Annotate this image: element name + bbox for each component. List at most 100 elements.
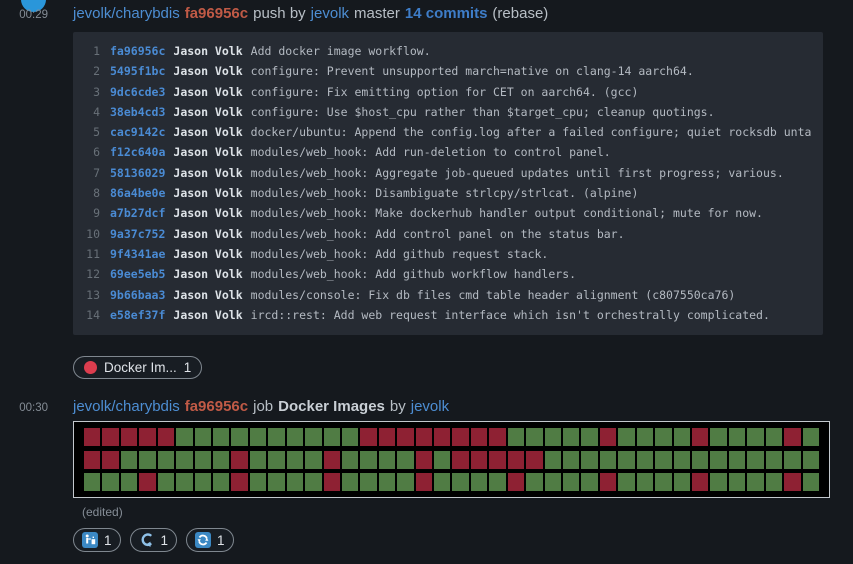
job-cell-passed xyxy=(268,473,284,491)
reaction-litter[interactable]: 1 xyxy=(73,528,121,552)
job-cell-passed xyxy=(176,473,192,491)
job-cell-passed xyxy=(121,451,137,469)
job-cell-failed xyxy=(121,428,137,446)
job-cell-failed xyxy=(102,451,118,469)
reaction-count: 1 xyxy=(104,533,112,548)
job-cell-passed xyxy=(655,473,671,491)
commit-hash-link[interactable]: f12c640a xyxy=(110,142,165,162)
commit-message: ircd::rest: Add web request interface wh… xyxy=(251,305,770,325)
commit-hash[interactable]: fa96956c xyxy=(185,5,248,22)
job-cell-passed xyxy=(287,428,303,446)
commit-author: Jason Volk xyxy=(173,305,242,325)
commit-message: configure: Use $host_cpu rather than $ta… xyxy=(251,102,715,122)
commit-author: Jason Volk xyxy=(173,285,242,305)
job-cell-failed xyxy=(508,473,524,491)
push-action-text: push by xyxy=(253,5,306,22)
commit-line-number: 5 xyxy=(85,122,100,142)
job-cell-passed xyxy=(766,451,782,469)
commit-row: 5cac9142cJason Volkdocker/ubuntu: Append… xyxy=(85,122,811,142)
commit-row: 9a7b27dcfJason Volkmodules/web_hook: Mak… xyxy=(85,203,811,223)
job-cell-passed xyxy=(655,428,671,446)
commit-hash-link[interactable]: 9b66baa3 xyxy=(110,285,165,305)
job-cell-failed xyxy=(158,428,174,446)
commit-author: Jason Volk xyxy=(173,61,242,81)
commit-line-number: 8 xyxy=(85,183,100,203)
job-cell-passed xyxy=(324,428,340,446)
job-cell-failed xyxy=(784,428,800,446)
job-cell-passed xyxy=(545,451,561,469)
job-cell-passed xyxy=(600,451,616,469)
job-cell-passed xyxy=(710,451,726,469)
commit-message: Add docker image workflow. xyxy=(251,41,431,61)
commit-hash-link[interactable]: 9f4341ae xyxy=(110,244,165,264)
commit-message: modules/web_hook: Add github workflow ha… xyxy=(251,264,576,284)
job-cell-passed xyxy=(379,473,395,491)
job-cell-passed xyxy=(287,451,303,469)
repo-link[interactable]: jevolk/charybdis xyxy=(73,398,180,415)
job-cell-passed xyxy=(747,473,763,491)
user-link[interactable]: jevolk xyxy=(311,5,349,22)
job-cell-failed xyxy=(526,451,542,469)
commit-hash[interactable]: fa96956c xyxy=(185,398,248,415)
job-cell-passed xyxy=(563,428,579,446)
message-column: jevolk/charybdis fa96956c push by jevolk… xyxy=(73,0,833,552)
commit-row: 6f12c640aJason Volkmodules/web_hook: Add… xyxy=(85,142,811,162)
commit-row: 109a37c752Jason Volkmodules/web_hook: Ad… xyxy=(85,224,811,244)
reaction-refresh[interactable]: 1 xyxy=(186,528,234,552)
job-cell-passed xyxy=(471,473,487,491)
job-cell-passed xyxy=(195,473,211,491)
commit-row: 25495f1bcJason Volkconfigure: Prevent un… xyxy=(85,61,811,81)
job-cell-passed xyxy=(121,473,137,491)
commit-hash-link[interactable]: 9a37c752 xyxy=(110,224,165,244)
job-cell-failed xyxy=(434,428,450,446)
job-action-text: job xyxy=(253,398,273,415)
job-cell-passed xyxy=(637,428,653,446)
job-cell-passed xyxy=(452,473,468,491)
commit-message: modules/web_hook: Disambiguate strlcpy/s… xyxy=(251,183,639,203)
job-status-badge[interactable]: Docker Im... 1 xyxy=(73,356,202,379)
commit-author: Jason Volk xyxy=(173,183,242,203)
commit-row: 758136029Jason Volkmodules/web_hook: Agg… xyxy=(85,163,811,183)
job-cell-passed xyxy=(231,428,247,446)
commit-list-block: 1fa96956cJason VolkAdd docker image work… xyxy=(73,32,823,335)
commit-author: Jason Volk xyxy=(173,102,242,122)
commit-hash-link[interactable]: 86a4be0e xyxy=(110,183,165,203)
commit-hash-link[interactable]: 5495f1bc xyxy=(110,61,165,81)
user-link[interactable]: jevolk xyxy=(411,398,449,415)
commit-hash-link[interactable]: fa96956c xyxy=(110,41,165,61)
repo-link[interactable]: jevolk/charybdis xyxy=(73,5,180,22)
commit-hash-link[interactable]: e58ef37f xyxy=(110,305,165,325)
job-cell-failed xyxy=(397,428,413,446)
commit-row: 8 86a4be0e Jason Volk modules/web_hook: Dis… xyxy=(85,183,811,203)
job-cell-passed xyxy=(397,473,413,491)
job-cell-failed xyxy=(416,473,432,491)
commit-author: Jason Volk xyxy=(173,244,242,264)
commit-line-number: 3 xyxy=(85,82,100,102)
job-cell-passed xyxy=(563,473,579,491)
job-cell-passed xyxy=(692,451,708,469)
reaction-count: 1 xyxy=(217,533,225,548)
branch-name: master xyxy=(354,5,400,22)
commit-hash-link[interactable]: 9dc6cde3 xyxy=(110,82,165,102)
commit-hash-link[interactable]: 38eb4cd3 xyxy=(110,102,165,122)
commit-hash-link[interactable]: 58136029 xyxy=(110,163,165,183)
commit-hash-link[interactable]: 69ee5eb5 xyxy=(110,264,165,284)
job-badge-label: Docker Im... xyxy=(104,360,177,375)
commit-message: configure: Fix emitting option for CET o… xyxy=(251,82,639,102)
commit-hash-link[interactable]: a7b27dcf xyxy=(110,203,165,223)
job-cell-passed xyxy=(84,473,100,491)
commit-author: Jason Volk xyxy=(173,122,242,142)
commit-line-number: 11 xyxy=(85,244,100,264)
commits-count-link[interactable]: 14 commits xyxy=(405,5,488,22)
job-cell-passed xyxy=(637,451,653,469)
job-cell-passed xyxy=(434,451,450,469)
job-cell-passed xyxy=(250,451,266,469)
job-cell-failed xyxy=(416,451,432,469)
job-cell-passed xyxy=(803,473,819,491)
job-cell-failed xyxy=(324,473,340,491)
job-cell-passed xyxy=(766,473,782,491)
job-cell-passed xyxy=(526,428,542,446)
job-cell-passed xyxy=(803,428,819,446)
commit-hash-link[interactable]: cac9142c xyxy=(110,122,165,142)
reaction-undo[interactable]: 1 xyxy=(130,528,178,552)
